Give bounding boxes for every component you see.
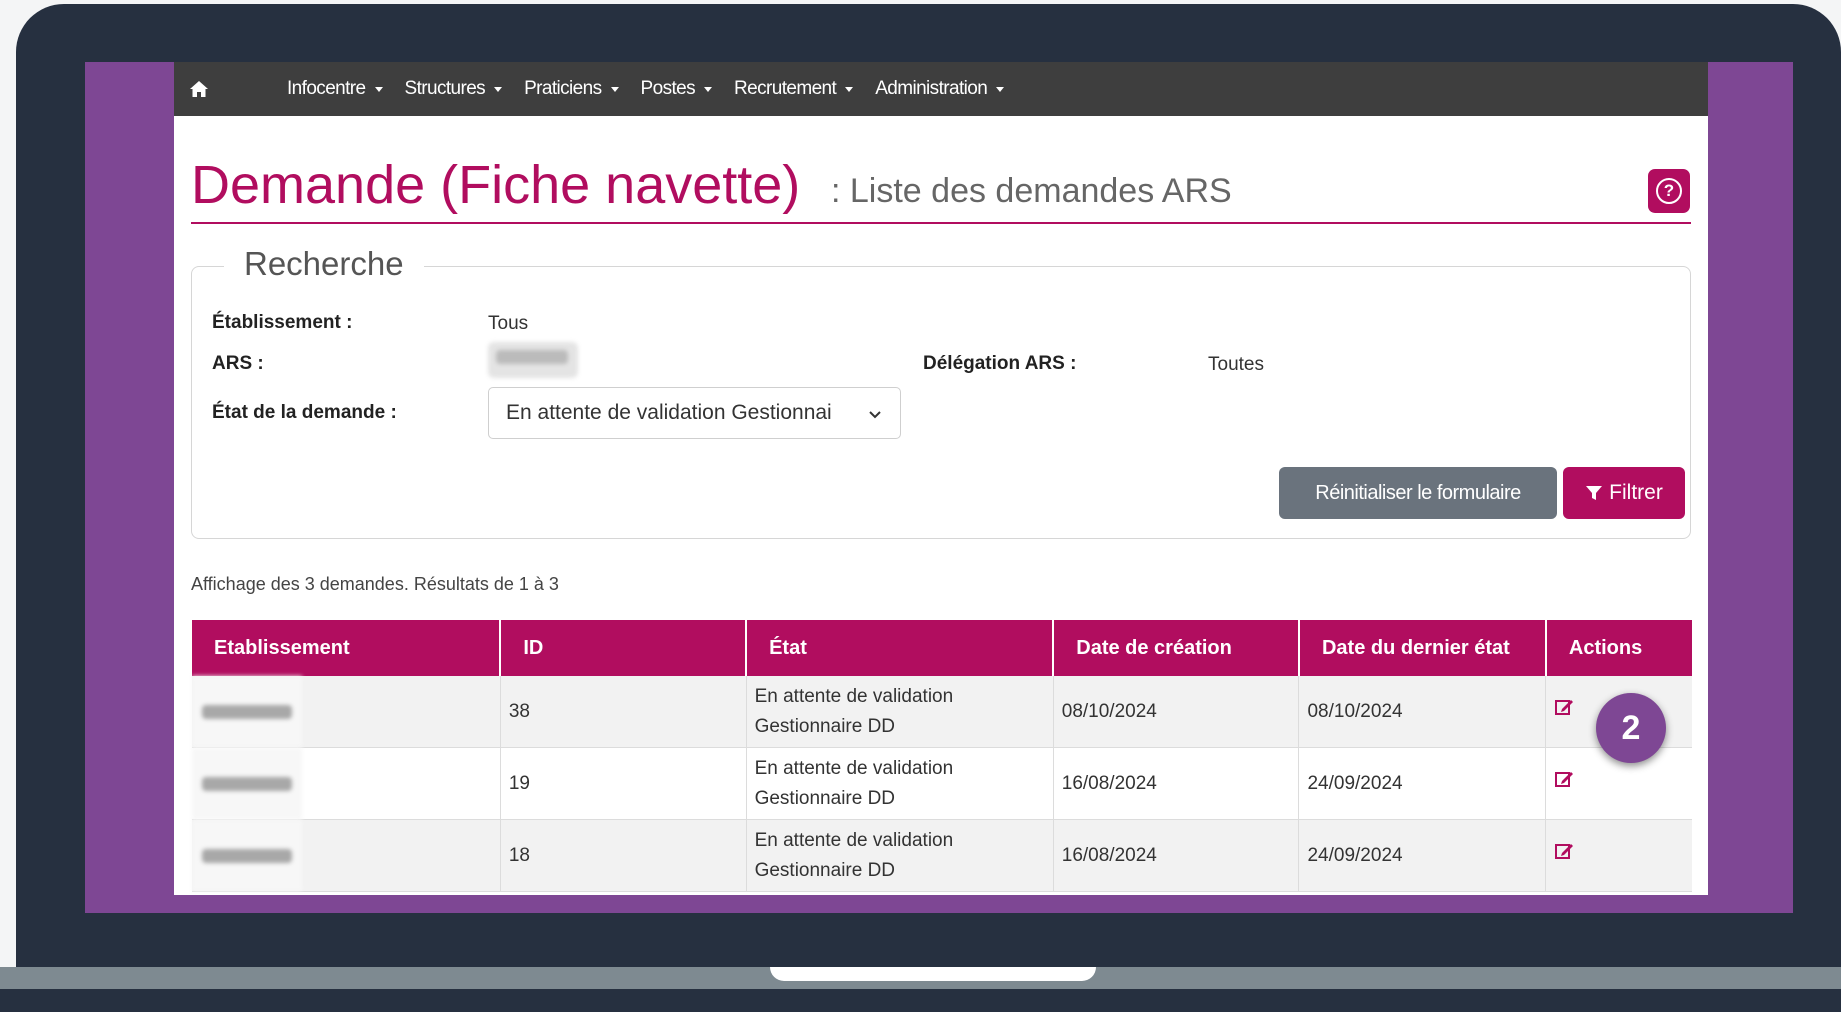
etablissement-label: Établissement :	[212, 312, 353, 333]
caret-down-icon	[494, 86, 503, 92]
caret-down-icon	[374, 86, 383, 92]
delegation-value: Toutes	[1208, 354, 1264, 375]
etat-select-value: En attente de validation Gestionnai	[506, 401, 832, 424]
edit-icon[interactable]	[1554, 697, 1574, 717]
etat-line: En attente de validation	[754, 757, 954, 779]
cell-etablissement	[192, 676, 501, 748]
app-window: Infocentre Structures Praticiens Postes …	[174, 62, 1708, 895]
etablissement-value: Tous	[488, 313, 529, 334]
question-icon: ?	[1656, 178, 1682, 204]
nav-item-label: Infocentre	[287, 78, 366, 99]
nav-item-administration[interactable]: Administration	[875, 78, 1005, 100]
etat-line: Gestionnaire DD	[754, 715, 896, 737]
nav-item-label: Administration	[875, 78, 988, 99]
nav-menu: Infocentre Structures Praticiens Postes …	[287, 62, 1026, 116]
edit-icon[interactable]	[1554, 769, 1574, 789]
nav-item-label: Structures	[404, 78, 486, 99]
etat-line: Gestionnaire DD	[754, 787, 896, 809]
home-icon	[190, 81, 208, 97]
page-header: Demande (Fiche navette) : Liste des dema…	[191, 154, 1691, 224]
cell-etat: En attente de validation Gestionnaire DD	[745, 819, 1054, 892]
home-button[interactable]	[188, 78, 210, 100]
etablissement-redacted	[192, 676, 302, 747]
nav-item-label: Praticiens	[524, 78, 602, 99]
caret-down-icon	[704, 86, 713, 92]
etat-label: État de la demande :	[212, 402, 397, 423]
caret-down-icon	[845, 86, 854, 92]
nav-item-praticiens[interactable]: Praticiens	[524, 78, 619, 100]
etablissement-redacted	[192, 748, 302, 819]
cell-id: 18	[499, 819, 747, 892]
table-header-row: Etablissement ID État Date de création D…	[192, 620, 1692, 676]
table-row: 19 En attente de validation Gestionnaire …	[192, 747, 1692, 820]
cell-actions	[1545, 819, 1692, 892]
reset-form-button[interactable]: Réinitialiser le formulaire	[1279, 467, 1557, 519]
cell-date-dernier-etat: 24/09/2024	[1298, 747, 1546, 820]
cell-etablissement	[192, 819, 501, 892]
cell-date-creation: 16/08/2024	[1052, 747, 1299, 820]
column-header-etat[interactable]: État	[745, 620, 1054, 676]
etat-line: En attente de validation	[754, 829, 954, 851]
table-row: 38 En attente de validation Gestionnaire …	[192, 676, 1692, 748]
page-subtitle: : Liste des demandes ARS	[831, 172, 1232, 210]
search-panel: Recherche Établissement : Tous ARS : Dél…	[191, 245, 1691, 539]
cell-date-dernier-etat: 24/09/2024	[1298, 819, 1546, 892]
step-badge: 2	[1596, 693, 1666, 763]
nav-item-structures[interactable]: Structures	[405, 78, 503, 100]
cell-etat: En attente de validation Gestionnaire DD	[745, 676, 1054, 748]
filter-button[interactable]: Filtrer	[1563, 467, 1685, 519]
cell-date-creation: 16/08/2024	[1052, 819, 1299, 892]
laptop-notch	[770, 967, 1096, 981]
nav-item-recrutement[interactable]: Recrutement	[734, 78, 854, 100]
help-button[interactable]: ?	[1648, 169, 1690, 213]
results-info: Affichage des 3 demandes. Résultats de 1…	[191, 574, 559, 594]
nav-item-infocentre[interactable]: Infocentre	[287, 78, 383, 100]
nav-item-label: Recrutement	[734, 78, 837, 99]
column-header-date-creation[interactable]: Date de création	[1052, 620, 1299, 676]
page-title: Demande (Fiche navette)	[191, 155, 801, 215]
chevron-down-icon	[869, 411, 881, 419]
cell-date-creation: 08/10/2024	[1052, 676, 1299, 748]
etat-select[interactable]: En attente de validation Gestionnai	[488, 387, 901, 439]
column-header-actions: Actions	[1544, 620, 1692, 676]
cell-id: 38	[499, 676, 747, 748]
laptop-base-bottom	[0, 989, 1841, 1012]
filter-icon	[1586, 486, 1603, 500]
column-header-etablissement[interactable]: Etablissement	[192, 620, 501, 676]
column-header-id[interactable]: ID	[499, 620, 747, 676]
caret-down-icon	[996, 86, 1005, 92]
search-legend: Recherche	[224, 245, 424, 283]
results-table: Etablissement ID État Date de création D…	[192, 620, 1692, 892]
etablissement-redacted	[192, 820, 302, 891]
nav-item-postes[interactable]: Postes	[641, 78, 713, 100]
nav-item-label: Postes	[640, 78, 696, 99]
ars-label: ARS :	[212, 353, 264, 374]
table-row: 18 En attente de validation Gestionnaire …	[192, 819, 1692, 892]
cell-etablissement	[192, 747, 501, 820]
column-header-date-dernier-etat[interactable]: Date du dernier état	[1297, 620, 1546, 676]
cell-id: 19	[499, 747, 747, 820]
etat-line: En attente de validation	[754, 685, 954, 707]
ars-value-redacted	[488, 342, 578, 378]
cell-date-dernier-etat: 08/10/2024	[1298, 676, 1546, 748]
caret-down-icon	[610, 86, 619, 92]
cell-etat: En attente de validation Gestionnaire DD	[745, 747, 1054, 820]
top-navbar: Infocentre Structures Praticiens Postes …	[174, 62, 1708, 116]
edit-icon[interactable]	[1554, 841, 1574, 861]
etat-line: Gestionnaire DD	[754, 859, 896, 881]
filter-button-label: Filtrer	[1609, 481, 1663, 504]
delegation-label: Délégation ARS :	[923, 353, 1077, 374]
